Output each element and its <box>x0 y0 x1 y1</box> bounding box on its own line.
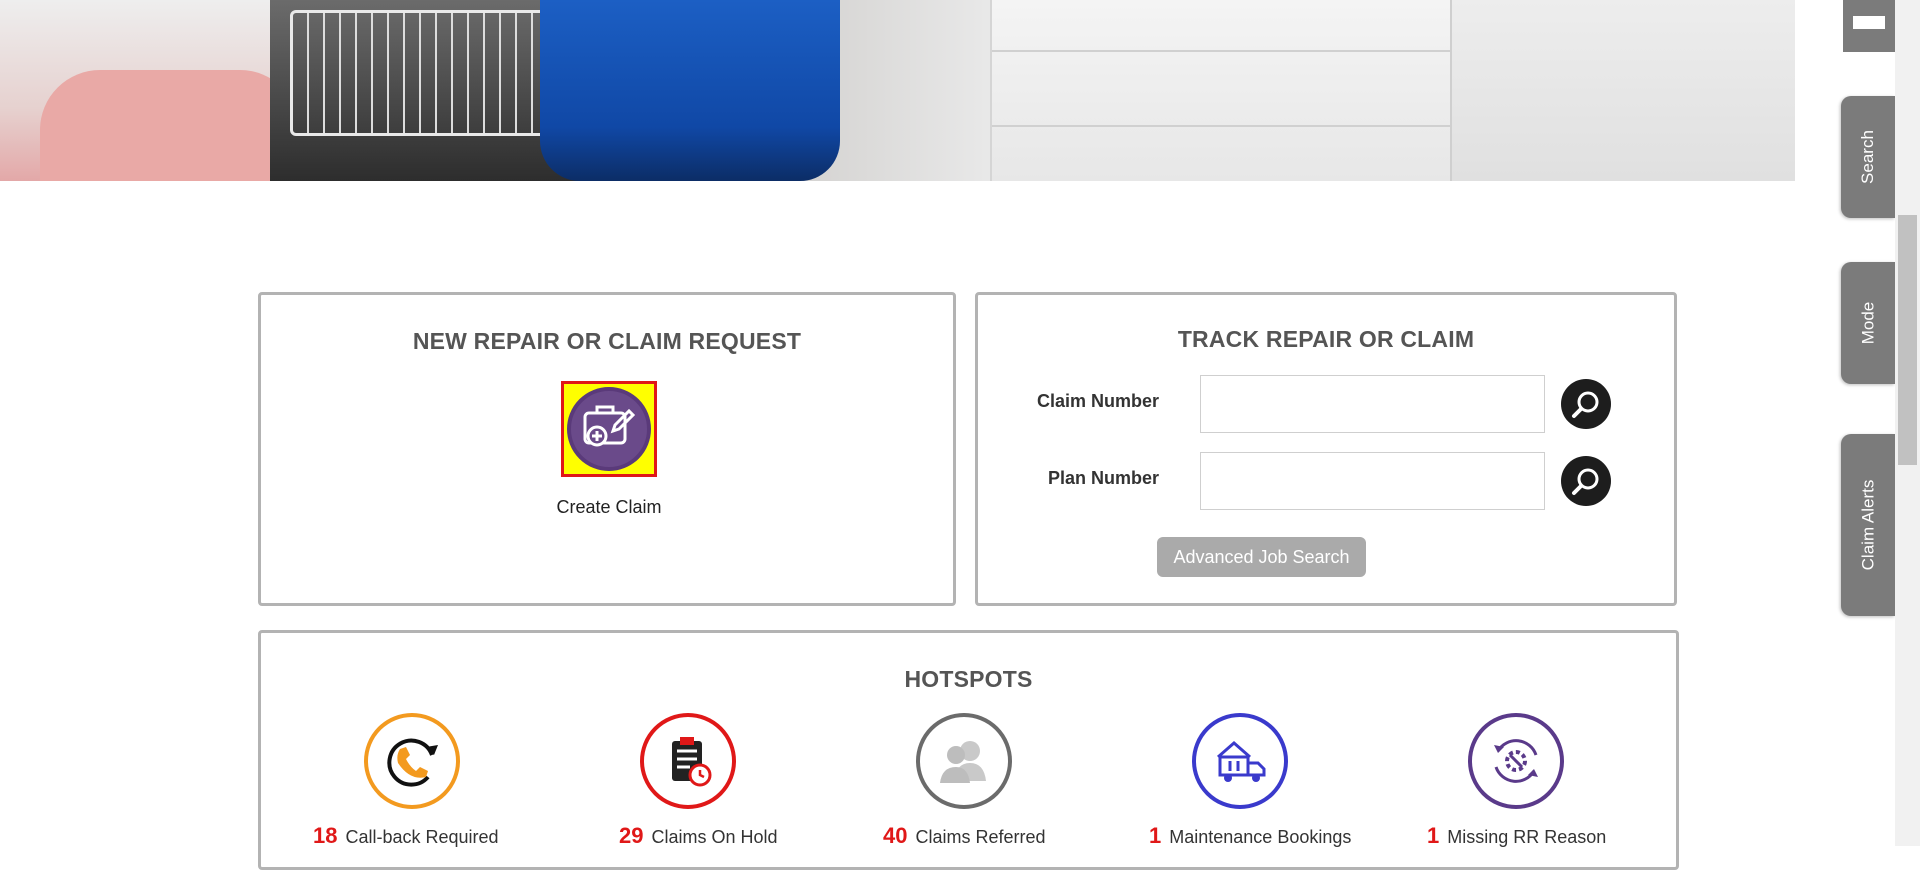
hotspot-missing-rr-caption: 1 Missing RR Reason <box>1427 823 1606 849</box>
hero-photo-technician <box>540 0 840 181</box>
menu-toggle[interactable] <box>1843 0 1895 52</box>
users-icon <box>916 713 1012 809</box>
hero-photo-figure <box>40 70 300 181</box>
hotspot-referred-caption: 40 Claims Referred <box>883 823 1046 849</box>
hotspot-label: Claims Referred <box>915 827 1046 847</box>
side-tab-search[interactable]: Search <box>1841 96 1895 218</box>
create-claim-label[interactable]: Create Claim <box>511 497 707 518</box>
hotspot-count: 1 <box>1149 823 1162 848</box>
search-icon <box>1572 468 1599 495</box>
claim-number-input[interactable] <box>1200 375 1545 433</box>
hotspot-count: 18 <box>313 823 338 848</box>
hero-photo-cabinet <box>990 0 1452 181</box>
van-tools-icon <box>1192 713 1288 809</box>
menu-icon <box>1853 16 1885 29</box>
hero-photo-cabinet-right <box>1450 0 1795 181</box>
hotspot-count: 1 <box>1427 823 1440 848</box>
search-icon <box>1572 391 1599 418</box>
phone-callback-icon <box>364 713 460 809</box>
track-claim-title: TRACK REPAIR OR CLAIM <box>1177 326 1475 352</box>
scrollbar-thumb[interactable] <box>1898 215 1917 465</box>
side-tab-search-label: Search <box>1858 130 1877 184</box>
hotspot-label: Missing RR Reason <box>1447 827 1607 847</box>
side-tab-mode[interactable]: Mode <box>1841 262 1895 384</box>
hotspot-label: Maintenance Bookings <box>1169 827 1352 847</box>
create-claim-button[interactable] <box>561 381 657 477</box>
hotspot-callback-caption: 18 Call-back Required <box>313 823 499 849</box>
briefcase-edit-icon <box>567 387 651 471</box>
plan-number-input[interactable] <box>1200 452 1545 510</box>
hotspot-count: 40 <box>883 823 908 848</box>
hero-banner <box>0 0 1795 181</box>
hotspot-on-hold-caption: 29 Claims On Hold <box>619 823 778 849</box>
hotspots-card: HOTSPOTS 18 Call-back Required 29 Claims… <box>258 630 1679 870</box>
hotspot-label: Call-back Required <box>345 827 499 847</box>
side-tab-alerts-label: Claim Alerts <box>1858 479 1877 571</box>
hotspot-label: Claims On Hold <box>651 827 778 847</box>
advanced-job-search-button[interactable]: Advanced Job Search <box>1157 537 1366 577</box>
new-claim-card: NEW REPAIR OR CLAIM REQUEST Create Claim <box>258 292 956 606</box>
claim-search-button[interactable] <box>1561 379 1611 429</box>
hotspots-title: HOTSPOTS <box>904 666 1033 692</box>
claim-number-label: Claim Number <box>1036 391 1159 411</box>
new-claim-title: NEW REPAIR OR CLAIM REQUEST <box>412 328 802 354</box>
track-claim-card: TRACK REPAIR OR CLAIM Claim Number Plan … <box>975 292 1677 606</box>
hotspot-maintenance-caption: 1 Maintenance Bookings <box>1149 823 1351 849</box>
side-tab-mode-label: Mode <box>1858 301 1877 345</box>
clipboard-timer-icon <box>640 713 736 809</box>
plan-search-button[interactable] <box>1561 456 1611 506</box>
side-tab-claim-alerts[interactable]: Claim Alerts <box>1841 434 1895 616</box>
plan-number-label: Plan Number <box>1047 468 1159 488</box>
gear-refresh-icon <box>1468 713 1564 809</box>
hotspot-count: 29 <box>619 823 644 848</box>
